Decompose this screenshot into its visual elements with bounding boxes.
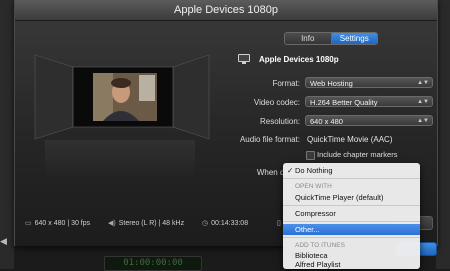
resolution-popup[interactable]: 640 x 480 ▲▼: [305, 115, 433, 126]
menu-item-quicktime[interactable]: QuickTime Player (default): [283, 192, 420, 203]
format-label: Format:: [272, 79, 300, 88]
menu-separator: [283, 221, 420, 222]
audio-format-label: Audio file format:: [239, 135, 300, 144]
left-arrow-icon[interactable]: ◀: [0, 236, 10, 250]
menu-separator: [283, 237, 420, 238]
video-codec-value: H.264 Better Quality: [310, 98, 378, 107]
menu-item-compressor[interactable]: Compressor: [283, 208, 420, 219]
video-frame-icon: ▭: [25, 220, 32, 227]
right-window-edge: [436, 0, 450, 269]
when-done-label: When done:: [256, 168, 300, 177]
checkmark-icon: ✓: [287, 166, 294, 175]
clock-icon: ◷: [202, 220, 209, 227]
popup-arrows-icon: ▲▼: [417, 80, 429, 86]
duration-info: ◷ 00:14:33:08: [202, 220, 249, 227]
file-icon: ▯: [277, 220, 281, 227]
popup-arrows-icon: ▲▼: [417, 99, 429, 105]
left-window-edge: [0, 0, 14, 269]
window-title: Apple Devices 1080p: [15, 0, 437, 21]
audio-format-value: QuickTime Movie (AAC): [307, 135, 393, 144]
audio-info: ◀) Stereo (L R) | 48 kHz: [108, 220, 185, 227]
video-codec-popup[interactable]: H.264 Better Quality ▲▼: [305, 96, 433, 107]
preview-reflection: [45, 140, 195, 180]
preset-name: Apple Devices 1080p: [259, 55, 339, 64]
speaker-icon: ◀): [108, 220, 116, 227]
format-popup[interactable]: Web Hosting ▲▼: [305, 77, 433, 88]
device-preset-icon: [238, 54, 250, 64]
video-codec-label: Video codec:: [253, 98, 300, 107]
menu-item-other[interactable]: Other...: [283, 224, 420, 235]
chapter-markers-label: Include chapter markers: [317, 150, 398, 159]
menu-separator: [283, 178, 420, 179]
tab-segmented-control: Info Settings: [284, 32, 378, 45]
format-value: Web Hosting: [310, 79, 353, 88]
menu-header-open-with: OPEN WITH: [295, 183, 332, 190]
menu-separator: [283, 205, 420, 206]
menu-item-alfred-playlist[interactable]: Alfred Playlist: [283, 259, 420, 269]
dimensions-info: ▭ 640 x 480 | 30 fps: [25, 220, 91, 227]
tab-settings[interactable]: Settings: [331, 33, 377, 44]
menu-item-do-nothing[interactable]: ✓ Do Nothing: [283, 165, 420, 176]
resolution-label: Resolution:: [259, 117, 300, 126]
chapter-markers-checkbox[interactable]: [306, 151, 315, 160]
resolution-value: 640 x 480: [310, 117, 343, 126]
popup-arrows-icon: ▲▼: [417, 118, 429, 124]
when-done-menu: ✓ Do Nothing OPEN WITH QuickTime Player …: [283, 163, 420, 269]
tab-info[interactable]: Info: [285, 33, 332, 44]
